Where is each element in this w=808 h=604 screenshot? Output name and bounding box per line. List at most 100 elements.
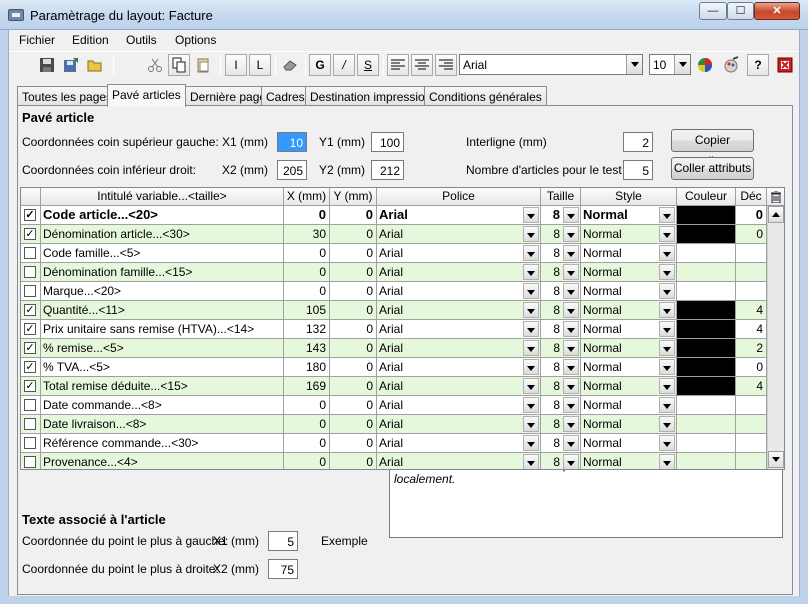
row-y[interactable]: 0 [330, 377, 377, 396]
grid-header-delete[interactable] [767, 188, 784, 206]
row-checkbox-cell[interactable]: ✓ [21, 301, 41, 320]
row-checkbox-cell[interactable]: ✓ [21, 320, 41, 339]
table-row[interactable]: Marque...<20> 0 0 Arial 8 Normal [21, 282, 767, 301]
color-button[interactable] [694, 54, 716, 76]
row-x[interactable]: 0 [284, 415, 330, 434]
row-checkbox-cell[interactable] [21, 415, 41, 434]
grid-header-couleur[interactable]: Couleur [677, 188, 736, 206]
row-checkbox-cell[interactable] [21, 263, 41, 282]
row-dec[interactable] [736, 453, 767, 469]
paint-button[interactable] [720, 54, 742, 76]
menu-outils[interactable]: Outils [126, 33, 157, 47]
chevron-down-icon[interactable] [659, 245, 675, 261]
menu-fichier[interactable]: Fichier [19, 33, 55, 47]
row-y[interactable]: 0 [330, 263, 377, 282]
chevron-down-icon[interactable] [523, 378, 539, 394]
row-style-select[interactable]: Normal [581, 339, 677, 358]
row-taille-select[interactable]: 8 [541, 320, 581, 339]
row-color-cell[interactable] [677, 453, 736, 469]
row-police-select[interactable]: Arial [377, 301, 541, 320]
row-label[interactable]: Dénomination famille...<15> [41, 263, 284, 282]
row-color-cell[interactable] [677, 225, 736, 244]
row-police-select[interactable]: Arial [377, 320, 541, 339]
chevron-down-icon[interactable] [523, 416, 539, 432]
row-dec[interactable]: 0 [736, 206, 767, 225]
row-taille-select[interactable]: 8 [541, 339, 581, 358]
row-color-cell[interactable] [677, 263, 736, 282]
row-label[interactable]: Marque...<20> [41, 282, 284, 301]
grid-header-check[interactable] [21, 188, 41, 206]
grid-header-taille[interactable]: Taille [541, 188, 581, 206]
chevron-down-icon[interactable] [563, 302, 579, 318]
align-center-button[interactable] [411, 54, 433, 76]
chevron-down-icon[interactable] [563, 226, 579, 242]
row-style-select[interactable]: Normal [581, 263, 677, 282]
row-label[interactable]: % TVA...<5> [41, 358, 284, 377]
row-checkbox[interactable] [24, 456, 36, 468]
row-dec[interactable]: 0 [736, 225, 767, 244]
interligne-input[interactable]: 2 [623, 132, 653, 152]
table-row[interactable]: ✓ Dénomination article...<30> 30 0 Arial 8 Nor… [21, 225, 767, 244]
minimize-button[interactable]: — [699, 2, 727, 20]
save-as-button[interactable] [60, 54, 82, 76]
row-dec[interactable] [736, 434, 767, 453]
chevron-down-icon[interactable] [659, 302, 675, 318]
copy-button[interactable] [168, 54, 190, 76]
open-button[interactable] [84, 54, 106, 76]
row-style-select[interactable]: Normal [581, 377, 677, 396]
table-row[interactable]: ✓ % remise...<5> 143 0 Arial 8 Normal 2 [21, 339, 767, 358]
row-checkbox[interactable] [24, 266, 36, 278]
row-police-select[interactable]: Arial [377, 206, 541, 225]
x1-input[interactable]: 10 [277, 132, 307, 152]
chevron-down-icon[interactable] [659, 283, 675, 299]
row-checkbox[interactable] [24, 437, 36, 449]
chevron-down-icon[interactable] [563, 264, 579, 280]
row-checkbox[interactable] [24, 285, 36, 297]
chevron-down-icon[interactable] [523, 435, 539, 451]
row-x[interactable]: 0 [284, 434, 330, 453]
row-checkbox[interactable] [24, 418, 36, 430]
row-color-cell[interactable] [677, 415, 736, 434]
size-select[interactable]: 10 [649, 54, 691, 75]
row-x[interactable]: 169 [284, 377, 330, 396]
chevron-down-icon[interactable] [659, 435, 675, 451]
chevron-down-icon[interactable] [563, 245, 579, 261]
menu-edition[interactable]: Edition [72, 33, 109, 47]
row-checkbox-cell[interactable] [21, 282, 41, 301]
row-y[interactable]: 0 [330, 453, 377, 469]
row-label[interactable]: Code famille...<5> [41, 244, 284, 263]
table-row[interactable]: ✓ Quantité...<11> 105 0 Arial 8 Normal 4 [21, 301, 767, 320]
chevron-down-icon[interactable] [626, 55, 642, 74]
chevron-down-icon[interactable] [563, 435, 579, 451]
row-y[interactable]: 0 [330, 339, 377, 358]
row-taille-select[interactable]: 8 [541, 415, 581, 434]
chevron-down-icon[interactable] [659, 397, 675, 413]
row-police-select[interactable]: Arial [377, 434, 541, 453]
italic-button[interactable]: / [333, 54, 355, 76]
row-checkbox[interactable]: ✓ [24, 304, 36, 316]
row-dec[interactable]: 4 [736, 320, 767, 339]
paste-button[interactable] [192, 54, 214, 76]
tab-conditions-generales[interactable]: Conditions générales [424, 86, 547, 106]
maximize-button[interactable]: ☐ [727, 2, 754, 20]
row-color-cell[interactable] [677, 282, 736, 301]
row-label[interactable]: Total remise déduite...<15> [41, 377, 284, 396]
row-style-select[interactable]: Normal [581, 453, 677, 469]
chevron-down-icon[interactable] [563, 454, 579, 469]
table-row[interactable]: ✓ Prix unitaire sans remise (HTVA)...<14>… [21, 320, 767, 339]
tab-destination-impressions[interactable]: Destination impressions [305, 86, 443, 106]
row-style-select[interactable]: Normal [581, 225, 677, 244]
chevron-down-icon[interactable] [563, 207, 579, 223]
cut-button[interactable] [144, 54, 166, 76]
row-x[interactable]: 30 [284, 225, 330, 244]
row-dec[interactable] [736, 415, 767, 434]
chevron-down-icon[interactable] [523, 397, 539, 413]
format-i-button[interactable]: I [225, 54, 247, 76]
chevron-down-icon[interactable] [659, 207, 675, 223]
row-color-cell[interactable] [677, 339, 736, 358]
align-right-button[interactable] [435, 54, 457, 76]
row-checkbox-cell[interactable] [21, 453, 41, 469]
exit-button[interactable] [774, 54, 796, 76]
chevron-down-icon[interactable] [659, 340, 675, 356]
row-label[interactable]: Date commande...<8> [41, 396, 284, 415]
